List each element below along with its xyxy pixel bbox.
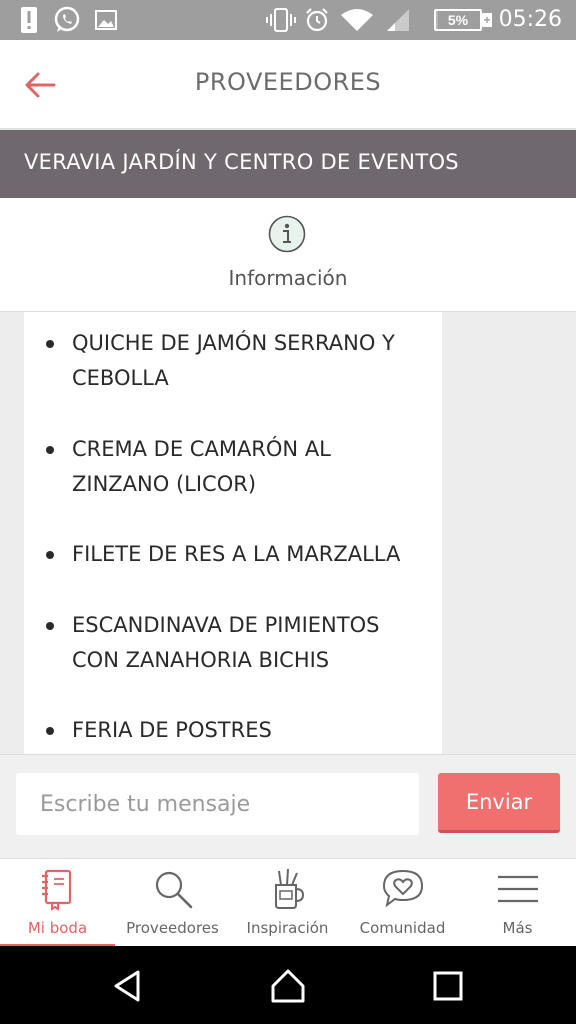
- message-composer: Enviar: [0, 754, 576, 858]
- wifi-icon: [340, 6, 374, 34]
- bullet: [46, 340, 54, 348]
- status-bar: 5% + 05:26: [0, 0, 576, 40]
- menu-item-text: FILETE DE RES A LA MARZALLA: [72, 542, 401, 566]
- recents-icon[interactable]: [428, 966, 468, 1006]
- tab-informacion[interactable]: Información: [0, 198, 576, 312]
- menu-item-text: FERIA DE POSTRES: [72, 718, 272, 742]
- back-triangle-icon[interactable]: [108, 966, 148, 1006]
- alarm-icon: [304, 6, 330, 34]
- list-item: QUICHE DE JAMÓN SERRANO Y CEBOLLA: [24, 326, 442, 396]
- vibrate-icon: [266, 6, 296, 34]
- image-icon: [94, 6, 118, 34]
- info-icon: [268, 215, 306, 253]
- list-item: ESCANDINAVA DE PIMIENTOS CON ZANAHORIA B…: [24, 608, 442, 678]
- tab-mas[interactable]: Más: [460, 859, 575, 947]
- bullet: [46, 727, 54, 735]
- menu-item-text: QUICHE DE JAMÓN SERRANO Y CEBOLLA: [72, 331, 395, 390]
- pencil-cup-icon: [275, 868, 305, 909]
- tab-proveedores[interactable]: Proveedores: [115, 859, 230, 947]
- send-button[interactable]: Enviar: [438, 773, 560, 833]
- charging-indicator: +: [482, 13, 492, 27]
- message-input[interactable]: [16, 773, 419, 835]
- signal-icon: [384, 6, 412, 34]
- home-icon[interactable]: [268, 966, 308, 1006]
- system-nav-bar: [0, 946, 576, 1024]
- list-item: FERIA DE POSTRES: [24, 713, 442, 748]
- battery-percent: 5%: [447, 12, 469, 28]
- list-item: CREMA DE CAMARÓN AL ZINZANO (LICOR): [24, 432, 442, 502]
- whatsapp-icon: [52, 6, 82, 34]
- menu-item-text: ESCANDINAVA DE PIMIENTOS CON ZANAHORIA B…: [72, 613, 380, 672]
- alert-icon: [18, 6, 40, 34]
- clock: 05:26: [498, 7, 562, 32]
- tab-mi-boda[interactable]: Mi boda: [0, 859, 115, 947]
- search-icon: [155, 871, 193, 909]
- tab-comunidad[interactable]: Comunidad: [345, 859, 460, 947]
- bullet: [46, 622, 54, 630]
- tab-inspiracion[interactable]: Inspiración: [230, 859, 345, 947]
- app-bar: PROVEEDORES: [0, 40, 576, 130]
- vendor-header: VERAVIA JARDÍN Y CENTRO DE EVENTOS: [0, 130, 576, 198]
- tab-label: Comunidad: [359, 919, 446, 937]
- tab-label: Más: [502, 919, 533, 937]
- content-area[interactable]: QUICHE DE JAMÓN SERRANO Y CEBOLLA CREMA …: [0, 312, 576, 754]
- bullet: [46, 551, 54, 559]
- chat-heart-icon: [382, 869, 424, 908]
- vendor-name: VERAVIA JARDÍN Y CENTRO DE EVENTOS: [24, 150, 459, 174]
- menu-icon: [498, 875, 538, 903]
- tab-informacion-label: Información: [228, 266, 348, 290]
- tab-label: Mi boda: [27, 919, 88, 937]
- page-title: PROVEEDORES: [194, 68, 382, 96]
- menu-card: QUICHE DE JAMÓN SERRANO Y CEBOLLA CREMA …: [24, 312, 442, 754]
- notebook-icon: [42, 869, 72, 911]
- tab-label: Proveedores: [126, 919, 219, 937]
- list-item: FILETE DE RES A LA MARZALLA: [24, 537, 442, 572]
- tab-label: Inspiración: [246, 919, 329, 937]
- battery-icon: 5%: [434, 9, 482, 31]
- bottom-tab-bar: Mi boda Proveedores Inspiración Comunida…: [0, 858, 576, 947]
- menu-item-text: CREMA DE CAMARÓN AL ZINZANO (LICOR): [72, 437, 331, 496]
- bullet: [46, 446, 54, 454]
